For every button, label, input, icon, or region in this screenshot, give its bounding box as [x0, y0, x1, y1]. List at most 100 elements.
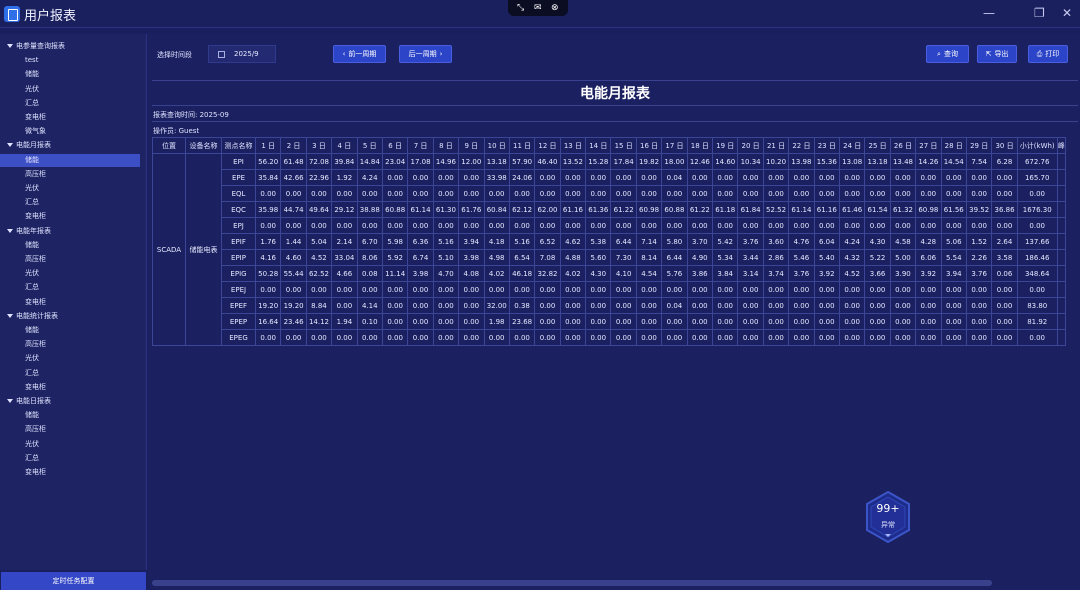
table-row[interactable]: EPEG 0.00 0.00 0.00 0.00 0.00 0.00 0.00 0.00 0.00…: [153, 329, 1066, 346]
column-header[interactable]: 21 日: [762, 137, 790, 154]
column-header[interactable]: 16 日: [635, 137, 663, 154]
sidebar-item[interactable]: 变电柜: [0, 111, 140, 124]
sidebar-item[interactable]: test: [0, 54, 140, 67]
schedule-config-button[interactable]: 定时任务配置: [1, 572, 146, 590]
close-circle-icon[interactable]: ⊗: [551, 3, 559, 13]
column-header[interactable]: 22 日: [788, 137, 815, 154]
sidebar-item[interactable]: 变电柜: [0, 381, 140, 394]
sidebar-group[interactable]: 电能日报表: [0, 395, 140, 408]
value-cell: 0.00: [940, 313, 967, 330]
column-header[interactable]: 4 日: [331, 137, 358, 154]
table-row[interactable]: SCADA 储能电表 EPI 56.20 61.48 72.08 39.84 14.84 23.…: [152, 153, 1066, 346]
sidebar-item[interactable]: 汇总: [0, 281, 140, 294]
scrollbar-thumb[interactable]: [152, 580, 992, 586]
sidebar-item[interactable]: 光伏: [0, 267, 140, 280]
table-row[interactable]: EPEF 19.20 19.20 8.84 0.00 4.14 0.00 0.00 0.00 0.…: [153, 297, 1066, 314]
column-header[interactable]: 1 日: [254, 137, 282, 154]
column-header[interactable]: 2 日: [280, 137, 307, 154]
column-header[interactable]: 8 日: [432, 137, 460, 154]
value-cell: 0.00: [940, 217, 967, 234]
export-button[interactable]: ⇱ 导出: [977, 45, 1017, 63]
column-header[interactable]: 19 日: [712, 137, 739, 154]
sidebar-item[interactable]: 高压柜: [0, 338, 140, 351]
sidebar-item[interactable]: 光伏: [0, 182, 140, 195]
column-header[interactable]: 15 日: [610, 137, 637, 154]
column-header[interactable]: 5 日: [356, 137, 383, 154]
sidebar-item[interactable]: 汇总: [0, 196, 140, 209]
sidebar-item[interactable]: 汇总: [0, 452, 140, 465]
column-header[interactable]: 25 日: [864, 137, 891, 154]
column-header[interactable]: 峰: [1056, 137, 1066, 154]
table-row[interactable]: EQC 35.98 44.74 49.64 29.12 38.88 60.88 61.14 61…: [153, 201, 1066, 218]
column-header[interactable]: 12 日: [534, 137, 561, 154]
column-header[interactable]: 24 日: [838, 137, 866, 154]
sidebar-item[interactable]: 汇总: [0, 97, 140, 110]
alarm-badge[interactable]: 99+ 异常: [864, 490, 912, 544]
column-header[interactable]: 28 日: [940, 137, 967, 154]
query-button[interactable]: ⌕ 查询: [926, 45, 969, 63]
value-cell: 0.00: [381, 329, 409, 346]
sidebar-item[interactable]: 变电柜: [0, 466, 140, 479]
column-header[interactable]: 29 日: [965, 137, 993, 154]
sidebar-item[interactable]: 储能: [0, 153, 140, 167]
minimize-button[interactable]: —: [983, 6, 995, 20]
value-cell: 0.00: [915, 185, 942, 202]
column-header[interactable]: 测点名称: [221, 137, 256, 154]
print-button[interactable]: ⎙ 打印: [1028, 45, 1068, 63]
sidebar-item[interactable]: 储能: [0, 68, 140, 81]
table-row[interactable]: EPE 35.84 42.66 22.96 1.92 4.24 0.00 0.00 0.00 0.…: [153, 169, 1066, 186]
sidebar-group[interactable]: 电能年报表: [0, 225, 140, 238]
sidebar-group[interactable]: 电参量查询报表: [0, 40, 140, 53]
column-header[interactable]: 10 日: [483, 137, 510, 154]
mail-icon[interactable]: ✉: [534, 3, 542, 13]
sidebar-item[interactable]: 高压柜: [0, 168, 140, 181]
maximize-button[interactable]: ❐: [1034, 6, 1045, 20]
period-picker[interactable]: 2025/9: [208, 45, 276, 63]
table-row[interactable]: EPJ 0.00 0.00 0.00 0.00 0.00 0.00 0.00 0.00 0.00 0…: [153, 217, 1066, 234]
column-header[interactable]: 17 日: [661, 137, 688, 154]
value-cell: 61.16: [559, 201, 587, 218]
table-row[interactable]: EPEP 16.64 23.46 14.12 1.94 0.10 0.00 0.00 0.00 0…: [153, 313, 1066, 330]
sidebar-item[interactable]: 高压柜: [0, 423, 140, 436]
expand-icon[interactable]: ⤡: [517, 3, 524, 13]
column-header[interactable]: 小计(kWh): [1016, 137, 1058, 154]
next-period-button[interactable]: 后一周期 ›: [399, 45, 452, 63]
sidebar-item[interactable]: 光伏: [0, 83, 140, 96]
column-header[interactable]: 30 日: [991, 137, 1018, 154]
column-header[interactable]: 6 日: [381, 137, 409, 154]
column-header[interactable]: 位置: [152, 137, 186, 154]
column-header[interactable]: 13 日: [559, 137, 587, 154]
sidebar-item[interactable]: 光伏: [0, 438, 140, 451]
close-button[interactable]: ✕: [1062, 6, 1072, 20]
column-header[interactable]: 7 日: [407, 137, 434, 154]
column-header[interactable]: 20 日: [737, 137, 764, 154]
column-header[interactable]: 23 日: [813, 137, 840, 154]
sidebar-item[interactable]: 储能: [0, 324, 140, 337]
sidebar-item[interactable]: 光伏: [0, 352, 140, 365]
column-header[interactable]: 26 日: [889, 137, 917, 154]
prev-period-button[interactable]: ‹ 前一周期: [333, 45, 386, 63]
sidebar-group[interactable]: 电能统计报表: [0, 310, 140, 323]
table-row[interactable]: EPIP 4.16 4.60 4.52 33.04 8.06 5.92 6.74 5.10 3.9…: [153, 249, 1066, 266]
column-header[interactable]: 14 日: [585, 137, 612, 154]
column-header[interactable]: 3 日: [305, 137, 333, 154]
column-header[interactable]: 18 日: [686, 137, 714, 154]
sidebar-item[interactable]: 储能: [0, 409, 140, 422]
value-cell: 7.14: [635, 233, 663, 250]
sidebar-item[interactable]: 汇总: [0, 367, 140, 380]
column-header[interactable]: 27 日: [915, 137, 942, 154]
sidebar-item[interactable]: 高压柜: [0, 253, 140, 266]
column-header[interactable]: 9 日: [458, 137, 485, 154]
table-row[interactable]: EPEJ 0.00 0.00 0.00 0.00 0.00 0.00 0.00 0.00 0.00…: [153, 281, 1066, 298]
sidebar-item[interactable]: 微气象: [0, 125, 140, 138]
sidebar-group[interactable]: 电能月报表: [0, 139, 140, 152]
table-row[interactable]: EPIF 1.76 1.44 5.04 2.14 6.70 5.98 6.36 5.16 3.94…: [153, 233, 1066, 250]
sidebar-item[interactable]: 变电柜: [0, 296, 140, 309]
sidebar-item[interactable]: 变电柜: [0, 210, 140, 223]
column-header[interactable]: 设备名称: [185, 137, 222, 154]
table-row[interactable]: EQL 0.00 0.00 0.00 0.00 0.00 0.00 0.00 0.00 0.00 0…: [153, 185, 1066, 202]
column-header[interactable]: 11 日: [508, 137, 536, 154]
table-row[interactable]: EPIG 50.28 55.44 62.52 4.66 0.08 11.14 3.98 4.70…: [153, 265, 1066, 282]
value-cell: 0.00: [762, 313, 790, 330]
sidebar-item[interactable]: 储能: [0, 239, 140, 252]
